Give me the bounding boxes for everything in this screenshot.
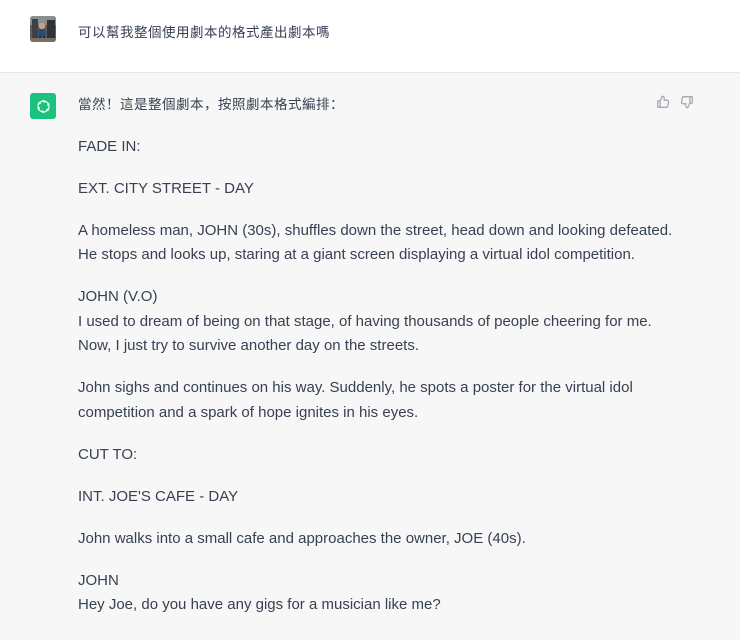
assistant-message-body: 當然！這是整個劇本，按照劇本格式編排： FADE IN: EXT. CITY S…: [78, 93, 678, 635]
dialogue-block: JOHN Hey Joe, do you have any gigs for a…: [78, 569, 678, 618]
script-paragraph: John sighs and continues on his way. Sud…: [78, 379, 633, 421]
thumbs-down-icon[interactable]: [680, 95, 694, 109]
script-paragraph: EXT. CITY STREET - DAY: [78, 179, 254, 197]
dialogue-speaker: JOHN: [78, 571, 119, 589]
script-paragraph: A homeless man, JOHN (30s), shuffles dow…: [78, 221, 673, 264]
dialogue-speaker: JOHN (V.O): [78, 288, 158, 305]
user-message-row: 可以幫我整個使用劇本的格式產出劇本嗎: [0, 0, 740, 73]
script-paragraph: John walks into a small cafe and approac…: [78, 529, 526, 547]
script-paragraph: INT. JOE'S CAFE - DAY: [78, 487, 239, 505]
dialogue-block: JOHN (V.O) I used to dream of being on t…: [78, 285, 678, 359]
script-paragraph: CUT TO:: [78, 445, 138, 463]
openai-logo-icon: [30, 93, 56, 119]
user-message-text: 可以幫我整個使用劇本的格式產出劇本嗎: [78, 25, 330, 41]
assistant-message-row: 當然！這是整個劇本，按照劇本格式編排： FADE IN: EXT. CITY S…: [0, 73, 740, 640]
script-paragraph: FADE IN:: [78, 137, 141, 155]
user-avatar: [30, 16, 56, 42]
chat-page: 可以幫我整個使用劇本的格式產出劇本嗎 當然！這是整個劇本，按照劇本格式編排： F…: [0, 0, 740, 640]
dialogue-line: Hey Joe, do you have any gigs for a musi…: [78, 596, 441, 613]
assistant-intro: 當然！這是整個劇本，按照劇本格式編排：: [78, 97, 344, 113]
dialogue-line: I used to dream of being on that stage, …: [78, 312, 652, 355]
